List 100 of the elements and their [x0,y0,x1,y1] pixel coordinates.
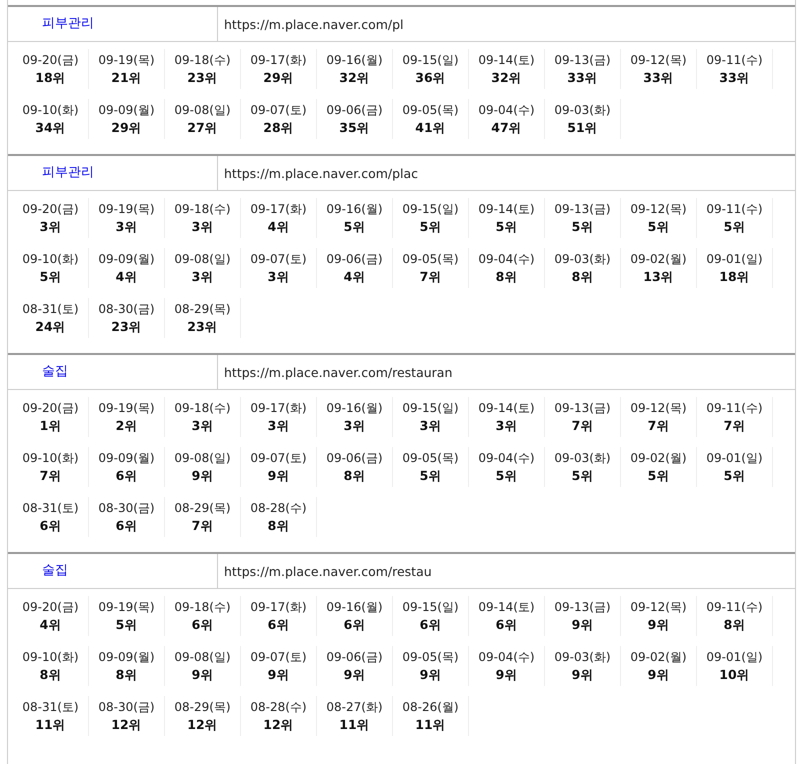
rank-value: 10위 [719,666,750,684]
url-text: https://m.place.naver.com/plac [223,166,418,180]
rank-value: 7위 [648,418,670,434]
rank-value: 5위 [648,218,670,236]
rank-value: 6위 [344,616,366,634]
rank-value: 6위 [496,616,518,634]
keyword-label: 피부관리 [8,7,218,41]
rank-value: 6위 [116,518,138,534]
date-label: 09-20(금) [22,598,79,616]
rank-value: 8위 [572,268,594,286]
date-label: 09-03(화) [554,450,611,466]
rank-value: 8위 [40,666,62,684]
url-text: https://m.place.naver.com/restau [223,564,432,578]
date-label: 09-02(월) [630,648,687,666]
rank-value: 5위 [496,218,518,236]
date-label: 09-05(목) [402,648,459,666]
rank-value: 13위 [643,268,674,286]
date-label: 09-01(일) [706,250,763,268]
date-label: 09-11(수) [706,400,763,416]
rank-value: 47위 [491,120,522,136]
date-label: 09-15(일) [402,598,459,616]
rank-value: 3위 [268,268,290,286]
rank-value: 9위 [268,468,290,484]
date-label: 09-13(금) [554,52,611,68]
rank-value: 5위 [724,468,746,484]
rank-value: 9위 [648,616,670,634]
date-label: 09-04(수) [478,450,535,466]
date-label: 09-12(목) [630,52,687,68]
date-label: 08-31(토) [22,698,79,716]
date-label: 08-30(금) [98,500,155,516]
rank-value: 5위 [40,268,62,286]
date-label: 09-10(화) [22,648,79,666]
date-label: 09-15(일) [402,52,459,68]
date-label: 09-16(월) [326,52,383,68]
rank-value: 27위 [187,120,218,136]
date-label: 09-17(화) [250,52,307,68]
rank-value: 41위 [415,120,446,136]
rank-value: 9위 [572,666,594,684]
rank-value: 7위 [724,418,746,434]
rank-value: 33위 [567,70,598,86]
rank-value: 11위 [35,716,66,734]
rank-value: 5위 [116,616,138,634]
rank-value: 3위 [268,418,290,434]
date-label: 09-19(목) [98,400,155,416]
date-label: 09-10(화) [22,250,79,268]
date-label: 09-18(수) [174,400,231,416]
date-label: 09-16(월) [326,598,383,616]
date-label: 08-31(토) [22,500,79,516]
date-label: 09-18(수) [174,598,231,616]
rank-value: 9위 [648,666,670,684]
date-label: 09-08(일) [174,250,231,268]
rank-value: 35위 [339,120,370,136]
rank-value: 7위 [420,268,442,286]
date-label: 09-17(화) [250,400,307,416]
date-label: 09-06(금) [326,648,383,666]
date-label: 09-08(일) [174,648,231,666]
date-label: 09-02(월) [630,450,687,466]
rank-value: 8위 [268,518,290,534]
keyword-label: 피부관리 [8,156,218,190]
rank-value: 29위 [263,70,294,86]
date-label: 09-06(금) [326,102,383,118]
rank-value: 32위 [339,70,370,86]
rank-value: 11위 [415,716,446,734]
rank-value: 6위 [420,616,442,634]
date-label: 09-14(토) [478,52,535,68]
date-label: 09-11(수) [706,200,763,218]
rank-value: 3위 [40,218,62,236]
date-label: 08-29(목) [174,300,231,318]
date-label: 09-07(토) [250,250,307,268]
rank-value: 3위 [192,418,214,434]
rank-value: 18위 [719,268,750,286]
date-label: 09-06(금) [326,250,383,268]
rank-value: 5위 [420,468,442,484]
rank-value: 5위 [496,468,518,484]
rank-value: 2위 [116,418,138,434]
date-label: 08-30(금) [98,698,155,716]
rank-value: 12위 [263,716,294,734]
rank-value: 5위 [420,218,442,236]
rank-value: 28위 [263,120,294,136]
rank-value: 6위 [192,616,214,634]
date-label: 09-05(목) [402,102,459,118]
date-label: 09-09(월) [98,450,155,466]
date-label: 09-13(금) [554,400,611,416]
date-label: 09-17(화) [250,598,307,616]
rank-value: 24위 [35,318,66,336]
keyword-label: 술집 [8,355,218,389]
rank-value: 51위 [567,120,598,136]
date-label: 08-27(화) [326,698,383,716]
date-label: 09-12(목) [630,598,687,616]
date-label: 09-01(일) [706,450,763,466]
date-label: 09-03(화) [554,250,611,268]
date-label: 09-04(수) [478,102,535,118]
date-label: 09-04(수) [478,648,535,666]
rank-value: 4위 [344,268,366,286]
date-label: 09-05(목) [402,250,459,268]
rank-value: 7위 [572,418,594,434]
date-label: 09-19(목) [98,598,155,616]
rank-value: 11위 [339,716,370,734]
date-label: 09-01(일) [706,648,763,666]
date-label: 09-17(화) [250,200,307,218]
